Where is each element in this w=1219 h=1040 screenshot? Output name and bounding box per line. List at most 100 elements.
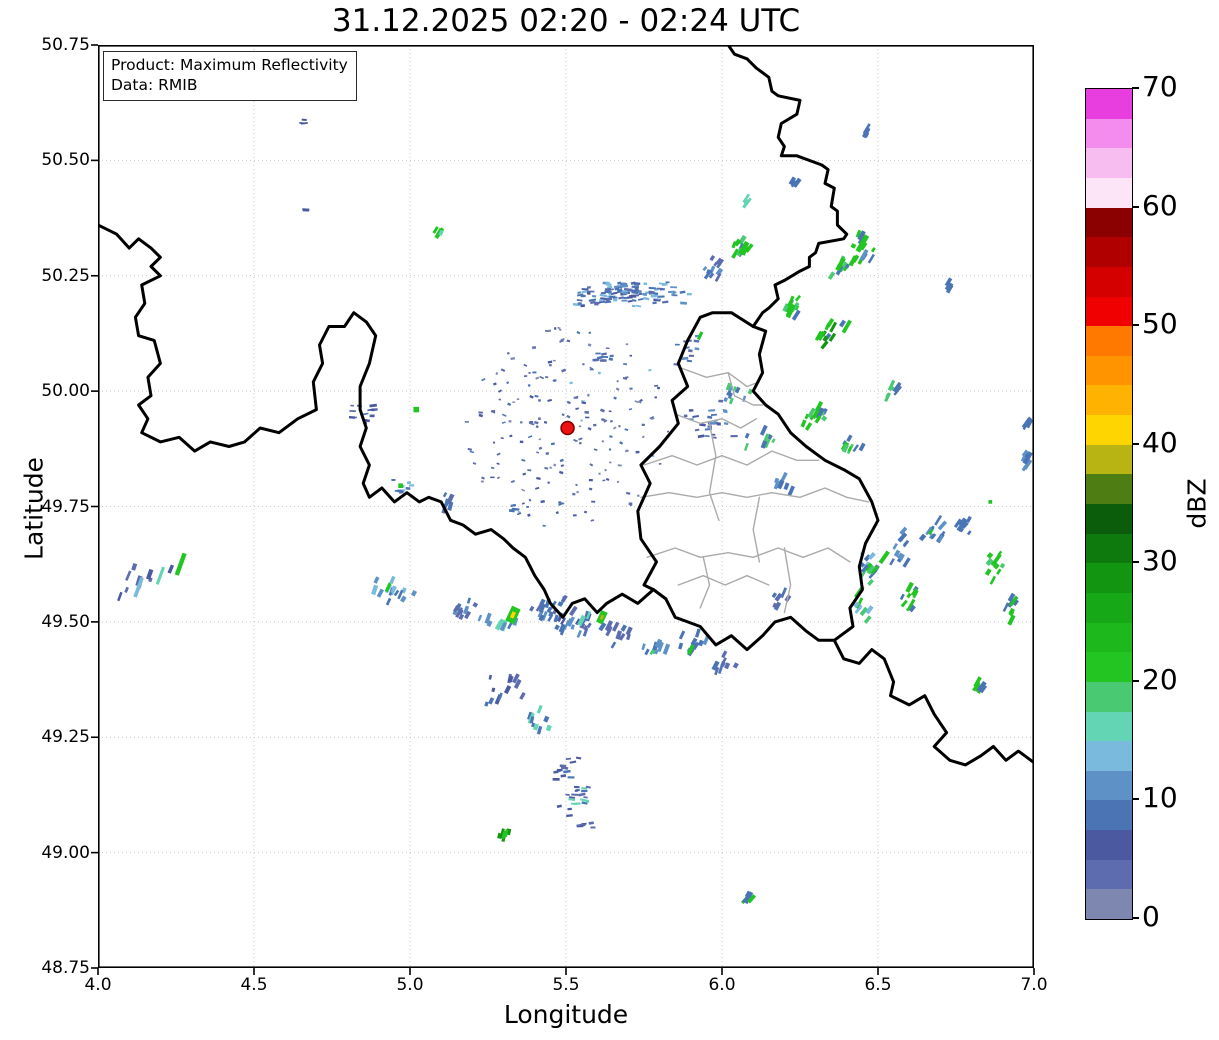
- echo-speck: [625, 343, 629, 346]
- echo-speck: [492, 441, 496, 444]
- country-border-layer: [98, 45, 1034, 767]
- colorbar-segment: [1086, 415, 1132, 445]
- x-tick-label: 5.5: [552, 975, 580, 995]
- echo-speck: [498, 398, 502, 401]
- echo-speck: [501, 413, 507, 417]
- echo-speck: [621, 299, 628, 302]
- echo-speck: [686, 359, 693, 363]
- echo-speck: [850, 243, 857, 249]
- echo-speck: [520, 421, 523, 424]
- echo-speck: [661, 300, 669, 304]
- map-content: [98, 45, 1034, 968]
- echo-speck: [481, 377, 486, 382]
- echo-speck: [681, 356, 689, 361]
- echo-speck: [600, 408, 605, 413]
- colorbar-tick: [1132, 798, 1139, 801]
- echo-speck: [553, 327, 557, 330]
- echo-speck: [552, 777, 560, 781]
- echo-speck: [547, 360, 553, 364]
- echo-speck: [591, 295, 597, 298]
- echo-speck: [480, 480, 484, 483]
- admin-border: [699, 556, 711, 609]
- echo-speck: [495, 372, 498, 375]
- echo-speck: [539, 375, 545, 380]
- echo-speck: [560, 464, 565, 468]
- echo-speck: [549, 466, 552, 469]
- echo-speck: [900, 599, 908, 608]
- echo-speck: [618, 424, 621, 428]
- colorbar-tick: [1132, 87, 1139, 89]
- echo-speck: [641, 435, 645, 439]
- echo-speck: [694, 347, 700, 351]
- echo-speck: [508, 419, 512, 423]
- echo-speck: [577, 291, 582, 295]
- echo-speck: [937, 520, 948, 531]
- echo-speck: [576, 629, 582, 638]
- colorbar-segment: [1086, 148, 1132, 178]
- echo-speck: [652, 301, 657, 305]
- echo-speck: [608, 448, 612, 451]
- colorbar-segment: [1086, 770, 1132, 801]
- echo-speck: [621, 284, 629, 288]
- colorbar-segment: [1086, 830, 1132, 860]
- echo-speck: [512, 401, 516, 403]
- echo-speck: [509, 434, 513, 438]
- echo-speck: [717, 422, 721, 426]
- echo-speck: [709, 254, 716, 262]
- echo-speck: [567, 776, 575, 779]
- grid-layer: [98, 45, 1034, 968]
- echo-speck: [528, 371, 531, 374]
- echo-speck: [349, 410, 356, 412]
- echo-speck: [599, 299, 604, 302]
- echo-speck: [472, 462, 477, 465]
- echo-speck: [371, 584, 379, 596]
- echo-speck: [804, 422, 813, 431]
- colorbar-segment: [1086, 800, 1132, 831]
- echo-speck: [601, 355, 609, 358]
- echo-speck: [581, 401, 587, 405]
- echo-speck: [589, 368, 594, 371]
- echo-speck: [302, 208, 310, 211]
- echo-speck: [566, 400, 571, 405]
- echo-speck: [466, 597, 471, 604]
- echo-speck: [516, 398, 520, 401]
- echo-speck: [373, 576, 380, 584]
- echo-speck: [561, 413, 565, 416]
- echo-speck: [484, 701, 489, 707]
- echo-speck: [602, 479, 606, 482]
- echo-speck: [794, 294, 802, 302]
- echo-speck: [559, 764, 567, 768]
- echo-speck: [1002, 602, 1010, 612]
- echo-speck: [728, 397, 734, 405]
- echo-speck: [732, 662, 739, 669]
- chart-title: 31.12.2025 02:20 - 02:24 UTC: [331, 3, 801, 39]
- echo-patch: [988, 500, 993, 504]
- echo-speck: [565, 757, 572, 761]
- echo-speck: [905, 581, 914, 593]
- echo-speck: [538, 417, 541, 420]
- colorbar-tick: [1132, 205, 1139, 208]
- echo-speck: [692, 414, 700, 418]
- echo-speck: [469, 450, 474, 454]
- echo-speck: [540, 499, 545, 504]
- echo-speck: [986, 552, 994, 559]
- echo-speck: [498, 389, 503, 393]
- echo-speck: [670, 286, 678, 289]
- echo-speck: [863, 615, 872, 624]
- colorbar-segment: [1086, 385, 1132, 416]
- echo-speck: [590, 519, 595, 522]
- colorbar-tick-label: 70: [1142, 70, 1178, 103]
- echo-speck: [492, 382, 497, 386]
- echo-speck: [601, 352, 607, 356]
- echo-speck: [522, 472, 527, 476]
- echo-speck: [593, 448, 598, 452]
- echo-speck: [588, 478, 593, 482]
- echo-speck: [577, 302, 582, 305]
- colorbar-segment: [1086, 681, 1132, 712]
- colorbar-segment: [1086, 533, 1132, 564]
- colorbar-segment: [1086, 207, 1132, 238]
- colorbar-tick: [1132, 442, 1139, 445]
- echo-speck: [708, 409, 716, 412]
- echo-speck: [526, 505, 530, 508]
- echo-speck: [783, 482, 790, 491]
